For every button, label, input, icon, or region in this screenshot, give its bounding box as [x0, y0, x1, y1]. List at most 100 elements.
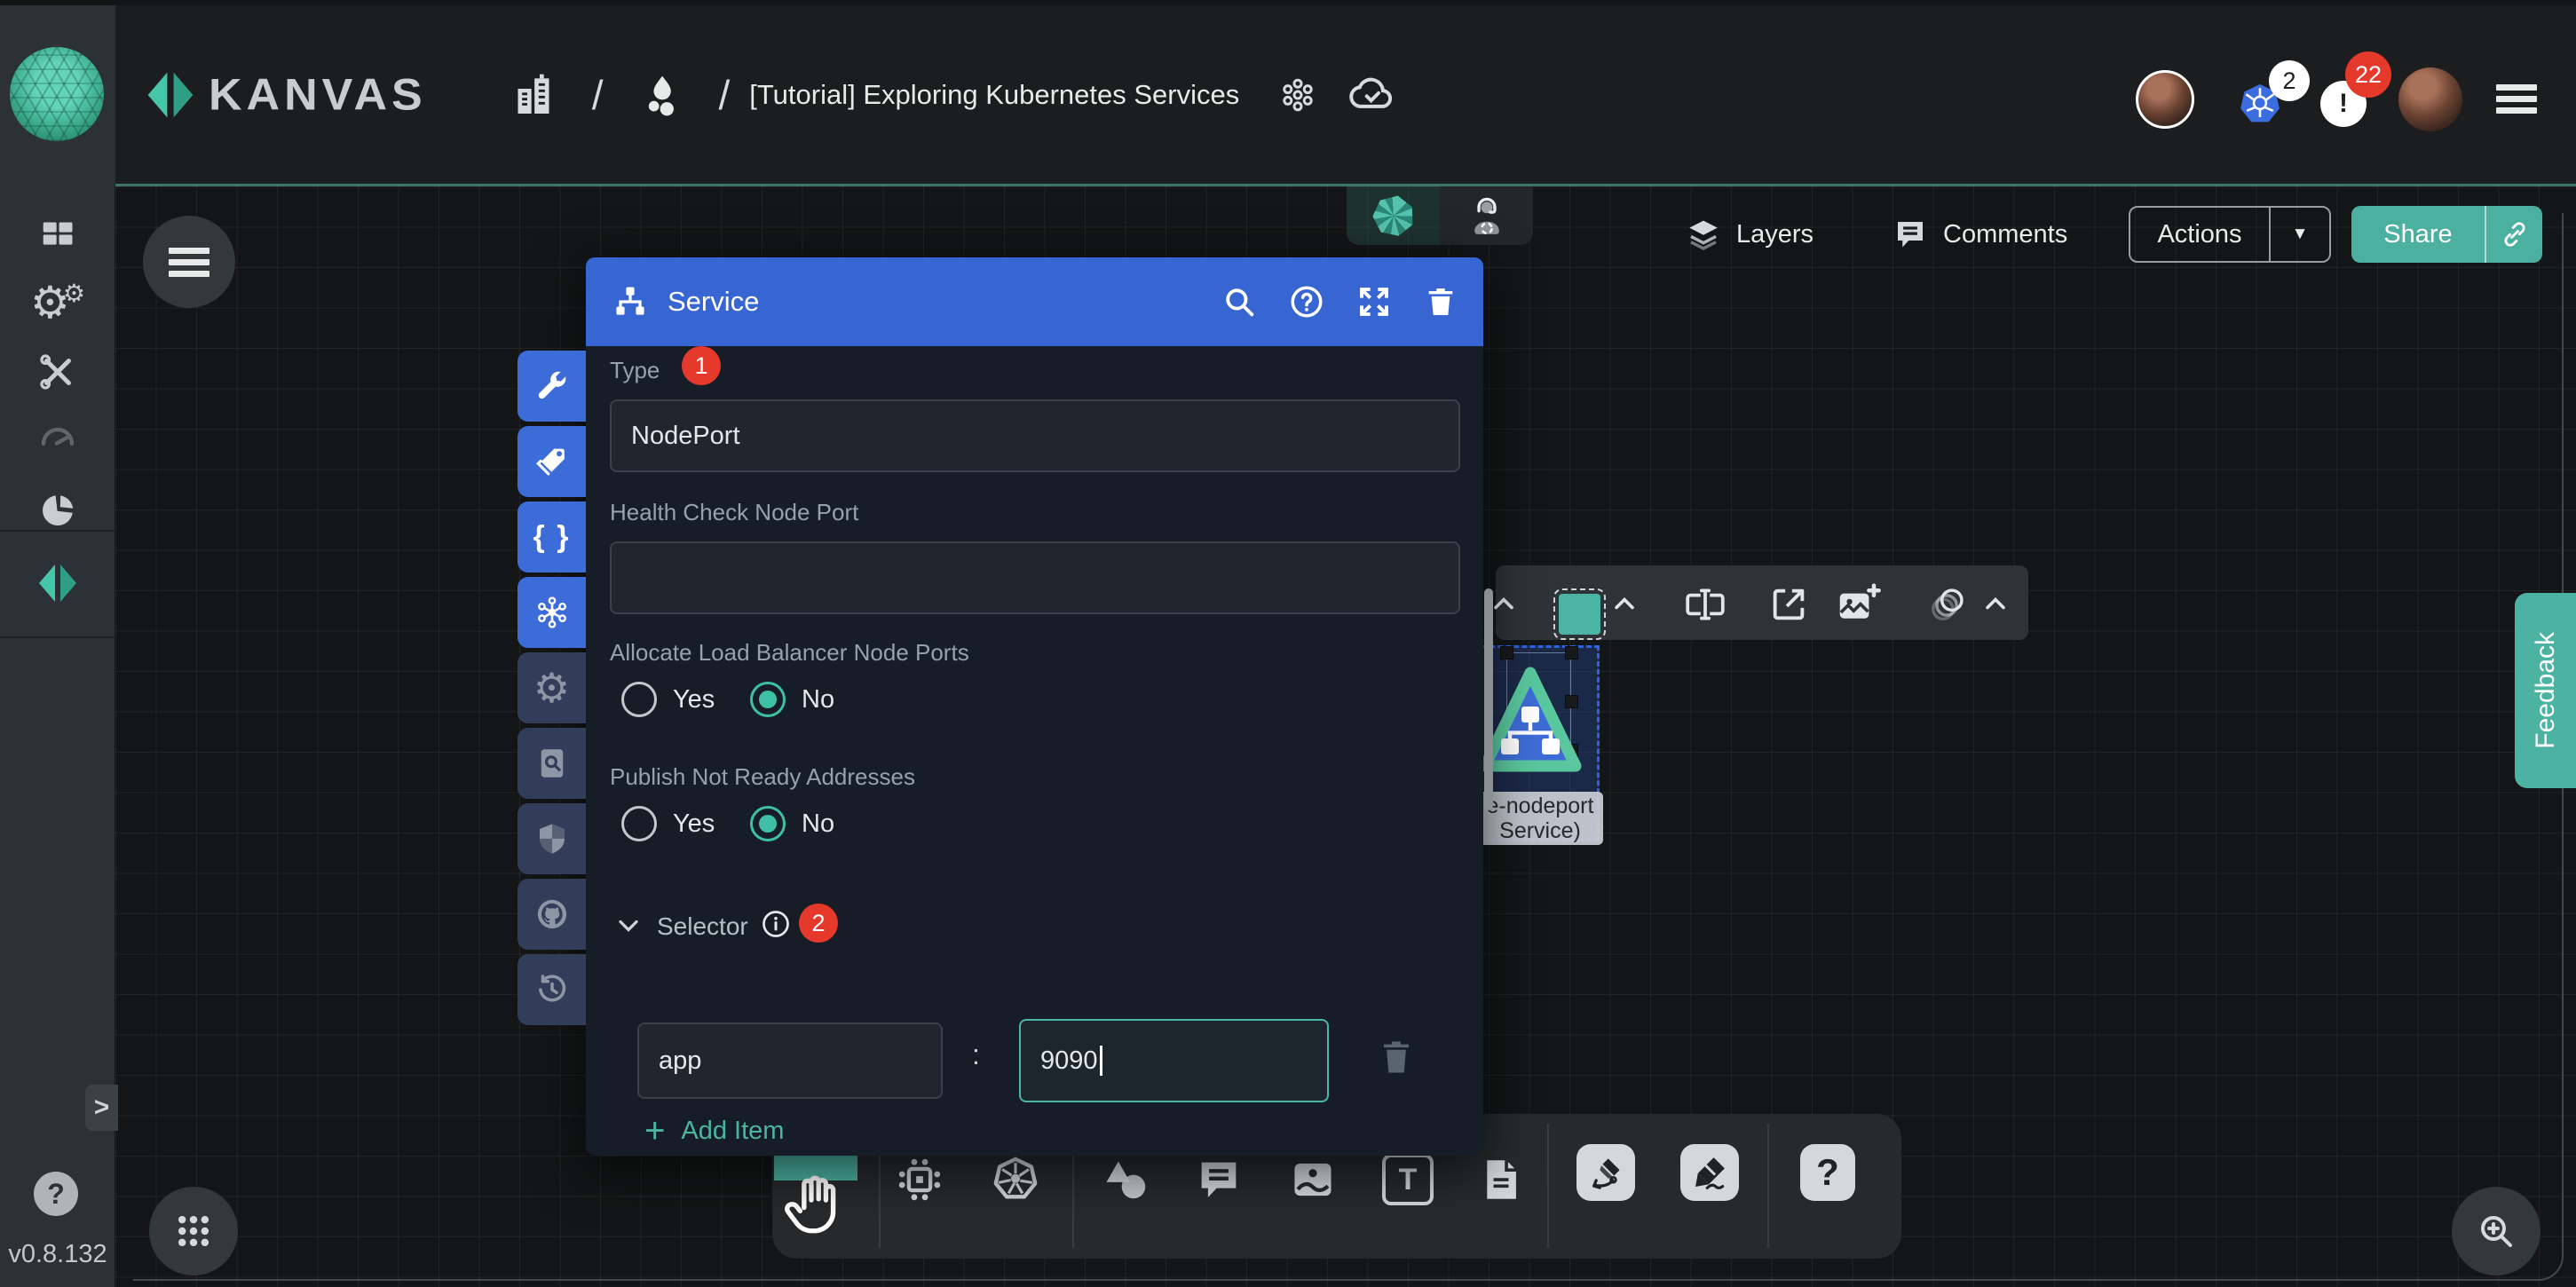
rename-field-icon[interactable]	[1683, 582, 1727, 627]
help-icon[interactable]	[1288, 283, 1325, 320]
layers-button[interactable]: Layers	[1685, 211, 1813, 257]
add-image-icon[interactable]	[1834, 580, 1882, 628]
selected-shape-swatch[interactable]	[1559, 594, 1600, 635]
tab-labels[interactable]	[518, 426, 586, 497]
operator-mode-toggle[interactable]	[1440, 186, 1533, 245]
wrench-icon	[533, 367, 571, 405]
selector-label[interactable]: Selector	[657, 912, 748, 941]
tab-json[interactable]: { }	[518, 501, 586, 572]
sidebar-item-performance[interactable]	[0, 404, 115, 471]
sidebar-item-kanvas[interactable]	[0, 549, 115, 617]
open-in-new-icon[interactable]	[1768, 584, 1809, 625]
edge-pen-tool[interactable]	[1576, 1144, 1635, 1201]
media-tool[interactable]	[1287, 1154, 1339, 1205]
allocate-yes-radio[interactable]	[621, 682, 657, 717]
canvas-menu-button[interactable]	[143, 216, 235, 308]
pan-hand-tool[interactable]	[783, 1170, 850, 1243]
comments-button[interactable]: Comments	[1892, 211, 2067, 257]
expand-icon[interactable]	[1355, 283, 1393, 320]
type-label: Type	[610, 357, 660, 384]
zoom-in-icon	[2475, 1210, 2517, 1252]
cloud-save-icon[interactable]	[1347, 70, 1397, 120]
copy-link-button[interactable]	[2486, 206, 2542, 263]
panel-header[interactable]: Service	[586, 257, 1483, 346]
breadcrumb-separator: /	[592, 71, 604, 119]
panel-scrollbar[interactable]	[1484, 588, 1493, 810]
sidebar-item-tools[interactable]	[0, 338, 115, 406]
allocate-no-label: No	[802, 685, 834, 715]
workspace-icon[interactable]	[637, 71, 685, 119]
tab-configure[interactable]	[518, 351, 586, 422]
delete-row-icon[interactable]	[1378, 1037, 1415, 1078]
share-label: Share	[2383, 220, 2452, 249]
tab-github[interactable]	[518, 879, 586, 950]
freehand-draw-tool[interactable]	[1680, 1144, 1739, 1201]
gear-icon: ⚙	[533, 667, 570, 708]
node-label-line2: Service)	[1499, 818, 1581, 843]
gear-small-icon: ⚙	[63, 281, 85, 306]
node-label: e-nodeport Service)	[1477, 792, 1603, 845]
publish-no-radio[interactable]	[750, 806, 786, 841]
actions-split-button: Actions ▼	[2129, 206, 2331, 263]
header-menu-button[interactable]	[2496, 79, 2537, 119]
tag-icon	[533, 443, 571, 480]
sidebar-help-button[interactable]: ?	[34, 1172, 78, 1216]
sidebar-expand-button[interactable]: >	[85, 1085, 118, 1131]
shapes-tool[interactable]	[1101, 1154, 1152, 1205]
zoom-in-button[interactable]	[2452, 1187, 2540, 1275]
tab-security[interactable]	[518, 803, 586, 874]
sidebar-item-dashboard[interactable]	[0, 200, 115, 267]
tab-history[interactable]	[518, 954, 586, 1025]
more-shapes-chevron-up-icon[interactable]	[1979, 588, 2011, 620]
publish-no-label: No	[802, 809, 834, 839]
tab-inspect[interactable]	[518, 728, 586, 799]
allocate-no-radio[interactable]	[750, 682, 786, 717]
share-button[interactable]: Share	[2351, 206, 2486, 263]
layer5-logo-box[interactable]	[0, 5, 115, 184]
operator-headset-icon	[1465, 193, 1509, 238]
user-avatar[interactable]	[2398, 67, 2462, 131]
info-icon[interactable]	[760, 908, 792, 940]
add-item-label: Add Item	[681, 1117, 784, 1146]
design-mode-toggle[interactable]	[1347, 186, 1440, 245]
tab-settings[interactable]: ⚙	[518, 652, 586, 723]
text-tool[interactable]: T	[1382, 1154, 1434, 1205]
feedback-tab[interactable]: Feedback	[2515, 593, 2576, 788]
type-input[interactable]: NodePort	[610, 399, 1460, 472]
selector-badge: 2	[799, 904, 838, 943]
resize-handle[interactable]	[1500, 646, 1513, 659]
breadcrumb-design-name[interactable]: [Tutorial] Exploring Kubernetes Services	[749, 79, 1239, 111]
publish-yes-radio[interactable]	[621, 806, 657, 841]
delete-node-icon[interactable]	[1423, 284, 1458, 320]
selector-value-input[interactable]: 9090	[1019, 1019, 1329, 1102]
selector-key-input[interactable]: app	[637, 1022, 943, 1099]
resize-handle[interactable]	[1565, 646, 1578, 659]
add-item-button[interactable]: + Add Item	[644, 1111, 784, 1151]
pencil-squiggle-icon	[1690, 1153, 1729, 1192]
publish-yes-label: Yes	[673, 809, 715, 839]
node-label-line1: e-nodeport	[1487, 794, 1594, 818]
actions-dropdown-button[interactable]: ▼	[2271, 208, 2329, 261]
design-cluster-icon[interactable]	[1276, 74, 1319, 116]
shape-picker-chevron-up-icon[interactable]	[1608, 588, 1640, 620]
actions-button[interactable]: Actions	[2130, 208, 2271, 261]
link-icon	[2500, 219, 2530, 249]
comment-tool[interactable]	[1193, 1154, 1245, 1205]
hamburger-icon	[2496, 84, 2537, 114]
sidebar-item-workloads[interactable]: ⚙ ⚙	[0, 269, 115, 336]
search-icon[interactable]	[1221, 283, 1258, 320]
collaborator-avatar[interactable]	[2136, 70, 2194, 129]
health-check-input[interactable]	[610, 541, 1460, 614]
gauge-icon	[36, 416, 79, 459]
kubernetes-tool[interactable]	[990, 1154, 1041, 1205]
shapes-stack-icon[interactable]	[1928, 584, 1969, 625]
dock-help-button[interactable]: ?	[1800, 1144, 1855, 1201]
note-tool[interactable]	[1475, 1154, 1527, 1205]
selector-collapse-chevron[interactable]	[612, 910, 644, 942]
component-tool[interactable]	[894, 1154, 945, 1205]
left-sidebar: ⚙ ⚙ > ? v0.8.132	[0, 184, 115, 1287]
apps-grid-button[interactable]	[149, 1187, 238, 1275]
sidebar-item-mesh[interactable]	[0, 477, 115, 544]
tab-relationships[interactable]	[518, 577, 586, 648]
organization-icon[interactable]	[509, 70, 558, 120]
